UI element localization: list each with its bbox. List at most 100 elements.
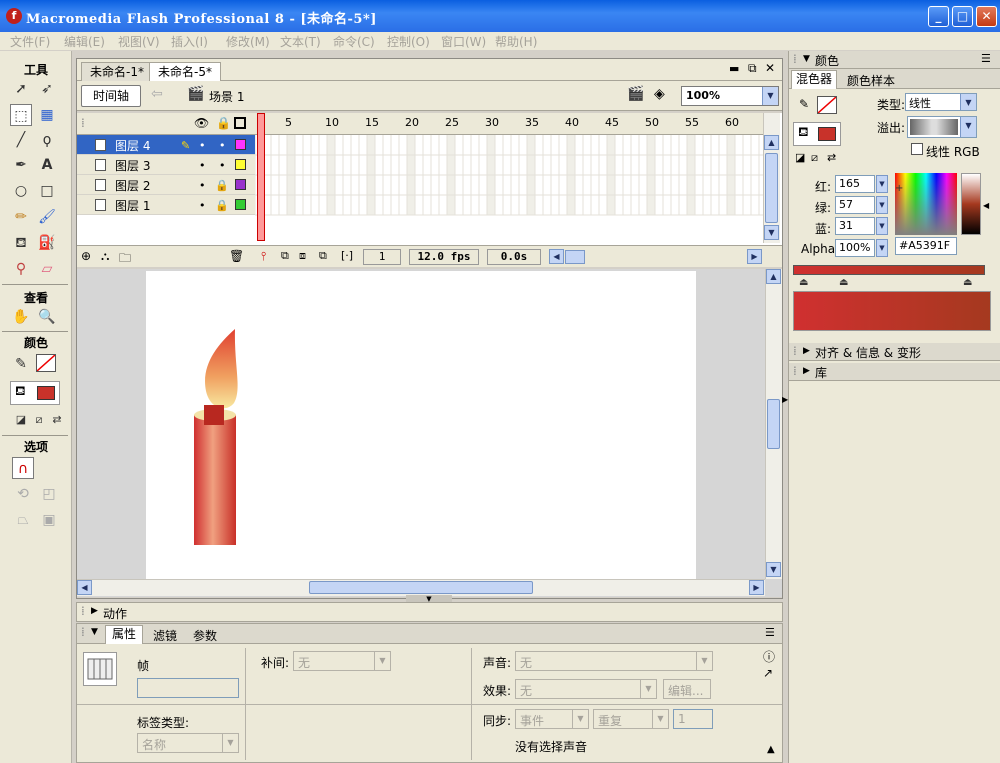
menu-commands[interactable]: 命令(C): [333, 33, 375, 50]
black-white-icon[interactable]: ◪: [795, 151, 805, 164]
doc-tab-5[interactable]: 未命名-5*: [149, 62, 221, 81]
modify-markers-icon[interactable]: [·]: [341, 249, 353, 262]
outline-color-swatch[interactable]: [235, 199, 246, 210]
pen-tool-icon[interactable]: ✒: [10, 154, 32, 176]
actions-panel-header[interactable]: ⁞ ▶ 动作: [76, 602, 783, 622]
oval-tool-icon[interactable]: ○: [10, 180, 32, 202]
outline-color-swatch[interactable]: [235, 179, 246, 190]
layer-row[interactable]: 图层 4 ✎ • •: [77, 135, 255, 155]
lock-icon[interactable]: 🔒: [215, 199, 229, 212]
timeline-toggle-button[interactable]: 时间轴: [81, 85, 141, 107]
sound-select[interactable]: 无 ▼: [515, 651, 713, 671]
visibility-dot-icon[interactable]: •: [199, 179, 206, 192]
dock-collapse-arrow-icon[interactable]: ▶: [782, 395, 788, 404]
scroll-right-icon[interactable]: ▶: [747, 249, 762, 264]
gradient-pointer-icon[interactable]: ⏏: [799, 277, 808, 288]
menu-view[interactable]: 视图(V): [118, 33, 160, 50]
drag-handle-icon[interactable]: ⁞: [81, 604, 85, 618]
visibility-dot-icon[interactable]: •: [199, 159, 206, 172]
stage-scroll-right-icon[interactable]: ▶: [749, 580, 764, 595]
repeat-count-input[interactable]: 1: [673, 709, 713, 729]
flash-app-icon[interactable]: f: [6, 8, 22, 24]
gradient-pointer-icon[interactable]: ⏏: [839, 277, 848, 288]
green-input[interactable]: 57: [835, 196, 875, 214]
collapse-props-icon[interactable]: ▲: [767, 744, 775, 755]
drag-handle-icon[interactable]: ⁞: [793, 52, 797, 66]
color-spectrum-picker[interactable]: +: [895, 173, 957, 235]
drag-handle-icon[interactable]: ⁞: [81, 625, 85, 639]
fps-display[interactable]: 12.0 fps: [409, 249, 479, 265]
lock-all-icon[interactable]: 🔒: [216, 116, 231, 130]
stage-canvas[interactable]: [146, 271, 696, 579]
label-type-select[interactable]: 名称 ▼: [137, 733, 239, 753]
hex-input[interactable]: #A5391F: [895, 237, 957, 255]
edit-symbols-icon[interactable]: ◈: [654, 86, 665, 102]
outline-all-icon[interactable]: [234, 117, 246, 129]
lock-dot-icon[interactable]: •: [219, 139, 226, 152]
line-tool-icon[interactable]: ╱: [10, 129, 32, 151]
menu-file[interactable]: 文件(F): [10, 33, 50, 50]
frame-name-input[interactable]: [137, 678, 239, 698]
collapse-arrow-icon[interactable]: ▼: [803, 54, 810, 64]
layer-row[interactable]: 图层 2 • 🔒: [77, 175, 255, 195]
layer-row[interactable]: 图层 3 • •: [77, 155, 255, 175]
scroll-down-icon[interactable]: ▼: [764, 225, 779, 240]
zoom-tool-icon[interactable]: 🔍: [36, 306, 58, 328]
candle-wick[interactable]: [204, 405, 224, 425]
chevron-down-icon[interactable]: ▼: [876, 217, 888, 235]
sync-select[interactable]: 事件 ▼: [515, 709, 589, 729]
tween-select[interactable]: 无 ▼: [293, 651, 391, 671]
candle-drawing[interactable]: [146, 271, 696, 579]
linear-rgb-checkbox[interactable]: [911, 143, 923, 155]
outline-color-swatch[interactable]: [235, 159, 246, 170]
menu-insert[interactable]: 插入(I): [171, 33, 208, 50]
close-button[interactable]: ✕: [976, 6, 997, 27]
minimize-button[interactable]: _: [928, 6, 949, 27]
stage-vscroll-thumb[interactable]: [767, 399, 780, 449]
visibility-dot-icon[interactable]: •: [199, 199, 206, 212]
timeline-vscroll[interactable]: ▲ ▼: [763, 113, 780, 243]
menu-modify[interactable]: 修改(M): [226, 33, 270, 50]
hand-tool-icon[interactable]: ✋: [10, 306, 32, 328]
library-panel-header[interactable]: ⁞ ▶ 库: [789, 363, 1000, 381]
frames-area[interactable]: 151015202530354045505560: [255, 113, 763, 241]
no-color-button-icon[interactable]: ⧄: [811, 151, 818, 165]
red-input[interactable]: 165: [835, 175, 875, 193]
tab-parameters[interactable]: 参数: [193, 627, 217, 644]
doc-tab-1[interactable]: 未命名-1*: [81, 62, 153, 81]
fill-type-select[interactable]: 线性 ▼: [905, 93, 977, 111]
gradient-transform-tool-icon[interactable]: ▦: [36, 104, 58, 126]
doc-restore-icon[interactable]: ⧉: [748, 61, 757, 76]
paint-bucket-tool-icon[interactable]: ⛽: [36, 232, 58, 254]
add-folder-icon[interactable]: 🗀: [119, 249, 131, 270]
stage-hscroll[interactable]: ◀ ▶: [77, 579, 765, 596]
stage-scroll-up-icon[interactable]: ▲: [766, 269, 781, 284]
menu-window[interactable]: 窗口(W): [441, 33, 486, 50]
panel-options-icon[interactable]: ☰: [765, 626, 775, 639]
onion-skin-icon[interactable]: ⧉: [281, 249, 289, 263]
stroke-color-swatch[interactable]: [36, 354, 56, 372]
gradient-pointer-icon[interactable]: ⏏: [963, 277, 972, 288]
color-panel-header[interactable]: ⁞ ▼ 颜色 ☰: [789, 51, 1000, 69]
stage-scroll-left-icon[interactable]: ◀: [77, 580, 92, 595]
chevron-down-icon[interactable]: ▼: [876, 196, 888, 214]
add-layer-icon[interactable]: ⊕: [81, 249, 91, 263]
gradient-bar[interactable]: [793, 265, 985, 275]
swap-colors-icon[interactable]: ⇄: [46, 409, 68, 431]
onion-outlines-icon[interactable]: ⧈: [299, 249, 306, 263]
lasso-tool-icon[interactable]: ϙ: [36, 129, 58, 151]
show-hide-eye-icon[interactable]: 👁: [194, 116, 209, 130]
snap-magnet-icon[interactable]: ∩: [12, 457, 34, 479]
chevron-down-icon[interactable]: ▼: [876, 175, 888, 193]
chevron-down-icon[interactable]: ▼: [876, 239, 888, 257]
menu-help[interactable]: 帮助(H): [495, 33, 537, 50]
tab-properties[interactable]: 属性: [105, 625, 144, 644]
drag-handle-icon[interactable]: ⁞: [793, 364, 797, 378]
doc-minimize-icon[interactable]: ▬: [729, 62, 739, 75]
edit-multiple-frames-icon[interactable]: ⧉: [319, 249, 327, 263]
candle-body[interactable]: [194, 415, 236, 545]
lock-dot-icon[interactable]: •: [219, 159, 226, 172]
align-info-panel-header[interactable]: ⁞ ▶ 对齐 & 信息 & 变形: [789, 343, 1000, 361]
subselect-tool-icon[interactable]: ➶: [36, 78, 58, 100]
swap-colors-icon[interactable]: ⇄: [827, 151, 836, 164]
